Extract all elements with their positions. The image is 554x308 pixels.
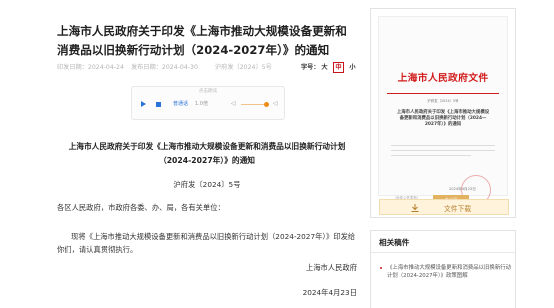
download-icon [411,204,419,212]
cover-text-line [391,150,495,151]
related-title: 相关稿件 [379,238,410,247]
cover-text-line [391,145,495,146]
cover-sign-date: 2024年4月23日 [449,187,476,191]
article-main: 上海市人民政府关于印发《上海市推动大规模设备更新和消费品以旧换新行动计划（202… [57,0,357,308]
publish-date: 发布日期：2024-04-30 [131,64,198,71]
cover-red-rule [387,93,499,94]
volume-handle[interactable] [264,102,269,107]
font-size-large-button[interactable]: 大 [319,62,330,73]
font-size-medium-button[interactable]: 中 [333,62,344,73]
speed-select[interactable]: 1.0倍 [195,100,208,107]
page-title: 上海市人民政府关于印发《上海市推动大规模设备更新和消费品以旧换新行动计划（202… [57,24,347,57]
document-signer: 上海市人民政府 [305,263,357,272]
speaker-icon[interactable]: ◁ [231,101,236,107]
player-header: 点击朗读 [198,89,218,94]
cover-number: 沪府发〔2024〕5号 [427,99,459,103]
print-date: 印发日期：2024-04-24 [57,64,124,71]
font-size-small-button[interactable]: 小 [347,62,358,73]
sidebar: 上海市人民政府文件 沪府发〔2024〕5号 上海市人民政府关于印发《上海市推动大… [370,8,516,308]
bullet-icon [380,267,382,269]
stop-icon[interactable] [156,102,161,107]
document-cover-card: 上海市人民政府文件 沪府发〔2024〕5号 上海市人民政府关于印发《上海市推动大… [370,8,516,218]
meta-doc-number: 沪府发〔2024〕5号 [215,64,272,71]
download-button[interactable]: 文件下载 [379,199,509,215]
cover-text-line [391,155,471,156]
related-divider [371,252,515,253]
audio-player: 点击朗读 普通话 1.0倍 ◁ ◁ [131,86,285,120]
related-link[interactable]: 《上海市推动大规模设备更新和消费品以旧换新行动计划（2024-2027年）》政策… [387,265,511,280]
document-recipients: 各区人民政府，市政府各委、办、局，各有关单位： [57,203,225,212]
document-cover-image[interactable]: 上海市人民政府文件 沪府发〔2024〕5号 上海市人民政府关于印发《上海市推动大… [378,16,508,205]
cover-title: 上海市人民政府关于印发《上海市推动大规模设备更新和消费品以旧换新行动计划（202… [396,110,490,128]
download-label: 文件下载 [444,205,472,213]
article-meta: 印发日期：2024-04-24 发布日期：2024-04-30 沪府发〔2024… [57,61,357,73]
document-title: 上海市人民政府关于印发《上海市推动大规模设备更新和消费品以旧换新行动计划（202… [68,142,346,165]
document-body: 现将《上海市推动大规模设备更新和消费品以旧换新行动计划（2024-2027年）》… [57,232,356,254]
document-date: 2024年4月23日 [302,288,357,297]
cover-header: 上海市人民政府文件 [397,73,489,84]
document-number: 沪府发〔2024〕5号 [173,180,241,189]
font-size-label: 字号： [301,64,320,71]
related-articles: 相关稿件 《上海市推动大规模设备更新和消费品以旧换新行动计划（2024-2027… [370,230,516,308]
speaker-loud-icon: ◁ [273,100,278,107]
voice-select[interactable]: 普通话 [173,100,188,107]
play-icon[interactable] [141,101,146,107]
